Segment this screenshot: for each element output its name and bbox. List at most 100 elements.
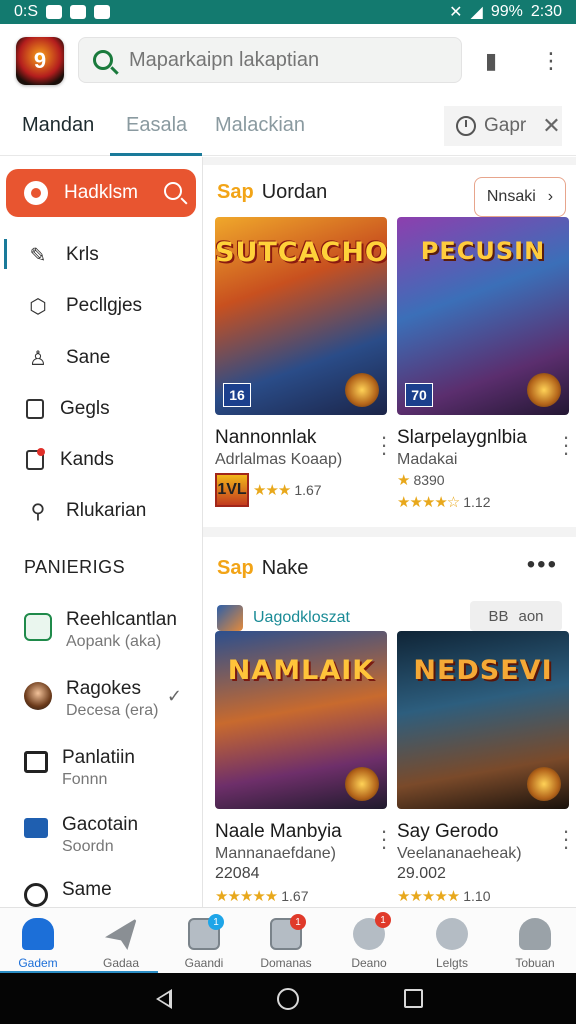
- notification-badge: 1: [208, 914, 224, 930]
- nav-item-tobuan[interactable]: Tobuan: [494, 908, 576, 974]
- sidebar-game-item[interactable]: Reehlcantlan Aopank (aka): [0, 609, 200, 669]
- game-card[interactable]: NAMLAIK Naale Manbyia Mannanaefdane) 220…: [215, 631, 389, 905]
- sidebar-cta-button[interactable]: Hadklsm: [6, 169, 196, 217]
- game-art-title: NEDSEVI: [413, 655, 553, 686]
- sidebar-item-gegls[interactable]: Gegls: [0, 389, 200, 429]
- game-publisher: Veelananaeheak): [397, 845, 522, 862]
- section-title: Sap Nake: [217, 557, 308, 580]
- pill-label: BB: [488, 607, 509, 625]
- nav-item-gaandi[interactable]: 1 Gaandi: [163, 908, 245, 974]
- game-card[interactable]: PECUSIN 70 Slarpelaygnlbia Madakai ★ 839…: [397, 217, 571, 511]
- rating-badge: 16: [223, 383, 251, 407]
- game-thumbnail[interactable]: NAMLAIK: [215, 631, 387, 809]
- star-icon: ★: [397, 472, 410, 489]
- medal-icon: [527, 767, 561, 801]
- tab-malackian[interactable]: Malackian: [215, 114, 305, 137]
- home-circle-icon[interactable]: [277, 988, 299, 1010]
- nav-label: Deano: [351, 956, 387, 970]
- medal-icon: [345, 767, 379, 801]
- library-icon: 1: [188, 914, 224, 950]
- tab-bar: Mandan Easala Malackian Gapr ✕: [0, 96, 576, 156]
- sidebar-game-name: Same: [62, 879, 112, 900]
- game-name: Slarpelaygnlbia: [397, 427, 527, 448]
- recents-icon[interactable]: [404, 989, 423, 1008]
- nav-label: Domanas: [260, 956, 312, 970]
- game-art-title: SUTCACHOS: [215, 237, 387, 268]
- developer-row[interactable]: Uagodkloszat: [217, 605, 350, 631]
- grid-icon: 1: [270, 914, 306, 950]
- nav-item-domanas[interactable]: 1 Domanas: [245, 908, 327, 974]
- game-thumbnail[interactable]: PECUSIN 70: [397, 217, 569, 415]
- popular-section: Sap Nake ••• Uagodkloszat BB aon NAMLAIK …: [203, 537, 576, 907]
- more-vert-icon[interactable]: · · ·: [379, 820, 389, 858]
- more-vert-icon[interactable]: · · ·: [561, 820, 571, 858]
- notification-badge: 1: [290, 914, 306, 930]
- section-more-button[interactable]: Nnsaki ›: [474, 177, 566, 217]
- filter-pill[interactable]: BB aon: [470, 601, 562, 631]
- chat-icon: 1: [353, 912, 391, 950]
- game-card[interactable]: SUTCACHOS 16 Nannonnlak Adrlalmas Koaap)…: [215, 217, 389, 507]
- more-horiz-icon[interactable]: •••: [527, 551, 558, 579]
- nav-item-gadaa[interactable]: Gadaa: [80, 908, 162, 974]
- search-bar[interactable]: [78, 37, 462, 83]
- game-rating: 1VL ★★★ 1.67: [215, 473, 387, 507]
- game-rating: ★★★★★ 1.67: [215, 887, 387, 905]
- tab-extra-label: Gapr: [484, 115, 527, 136]
- chevron-right-icon: ›: [547, 188, 554, 205]
- tab-extra-chip[interactable]: Gapr ✕: [444, 106, 562, 146]
- sidebar-game-sub: Decesa (era): [66, 702, 159, 719]
- section-title-text: Uordan: [261, 181, 328, 203]
- main-content: Sap Uordan Nnsaki › SUTCACHOS 16 Nannonnl…: [203, 157, 576, 907]
- game-thumbnail[interactable]: SUTCACHOS 16: [215, 217, 387, 415]
- sidebar: Hadklsm ✎ Krls ⬡ Pecllgjes ♙ Sane Gegls …: [0, 157, 203, 907]
- sidebar-item-krls[interactable]: ✎ Krls: [0, 235, 200, 275]
- sidebar-game-item[interactable]: Panlatiin Fonnn: [0, 747, 200, 807]
- nav-label: Tobuan: [515, 956, 555, 970]
- star-icon: ★★★: [253, 482, 291, 499]
- back-icon[interactable]: [156, 989, 172, 1009]
- nav-item-lelgts[interactable]: Lelgts: [411, 908, 493, 974]
- rating-badge: 70: [405, 383, 433, 407]
- more-button-label: Nnsaki: [486, 188, 536, 205]
- system-navigation-bar: [0, 973, 576, 1024]
- search-icon: [93, 50, 113, 70]
- top-app-bar: 9 ▮ ⋮: [0, 24, 576, 96]
- app-logo[interactable]: 9: [16, 37, 64, 85]
- edit-icon: ✎: [29, 244, 47, 267]
- sidebar-game-item[interactable]: Gacotain Soordn: [0, 814, 200, 874]
- target-icon: [24, 883, 48, 907]
- sidebar-item-label: Sane: [66, 347, 111, 368]
- more-vert-icon[interactable]: · · ·: [379, 426, 389, 464]
- game-price: 29.002: [397, 865, 446, 882]
- sidebar-item-pecllgjes[interactable]: ⬡ Pecllgjes: [0, 286, 200, 326]
- pill-extra: aon: [518, 607, 544, 625]
- game-card[interactable]: NEDSEVI Say Gerodo Veelananaeheak) 29.00…: [397, 631, 571, 905]
- close-icon[interactable]: ✕: [542, 113, 560, 139]
- sidebar-item-sane[interactable]: ♙ Sane: [0, 338, 200, 378]
- tab-easala[interactable]: Easala: [126, 114, 187, 137]
- rating-value: 1.67: [281, 888, 309, 904]
- status-time-left: 0:S: [14, 3, 39, 20]
- search-input[interactable]: [129, 48, 449, 72]
- sidebar-game-item[interactable]: Ragokes Decesa (era) ✓: [0, 678, 200, 738]
- nav-item-deano[interactable]: 1 Deano: [328, 908, 410, 974]
- game-thumbnail[interactable]: NEDSEVI: [397, 631, 569, 809]
- tablet-icon: [26, 399, 44, 419]
- notification-bell-icon[interactable]: ▮: [485, 48, 497, 74]
- more-vert-icon[interactable]: ⋮: [540, 48, 562, 74]
- record-icon: [24, 181, 48, 205]
- sidebar-item-kands[interactable]: Kands: [0, 440, 200, 480]
- tab-mandan[interactable]: Mandan: [22, 114, 94, 137]
- more-vert-icon[interactable]: · · ·: [561, 426, 571, 464]
- sidebar-game-name: Panlatiin: [62, 747, 135, 768]
- nav-item-gadem[interactable]: Gadem: [0, 908, 79, 974]
- sidebar-game-sub: Fonnn: [62, 771, 108, 788]
- shield-icon: [24, 613, 52, 641]
- game-rating: ★★★★☆ 1.12: [397, 493, 569, 511]
- sidebar-item-label: Gegls: [60, 398, 110, 419]
- sidebar-item-rlukarian[interactable]: ⚲ Rlukarian: [0, 491, 200, 531]
- search-icon: ⚲: [30, 500, 46, 523]
- medal-icon: [345, 373, 379, 407]
- mute-icon: ✕: [449, 4, 463, 21]
- notice-icon: [26, 448, 45, 470]
